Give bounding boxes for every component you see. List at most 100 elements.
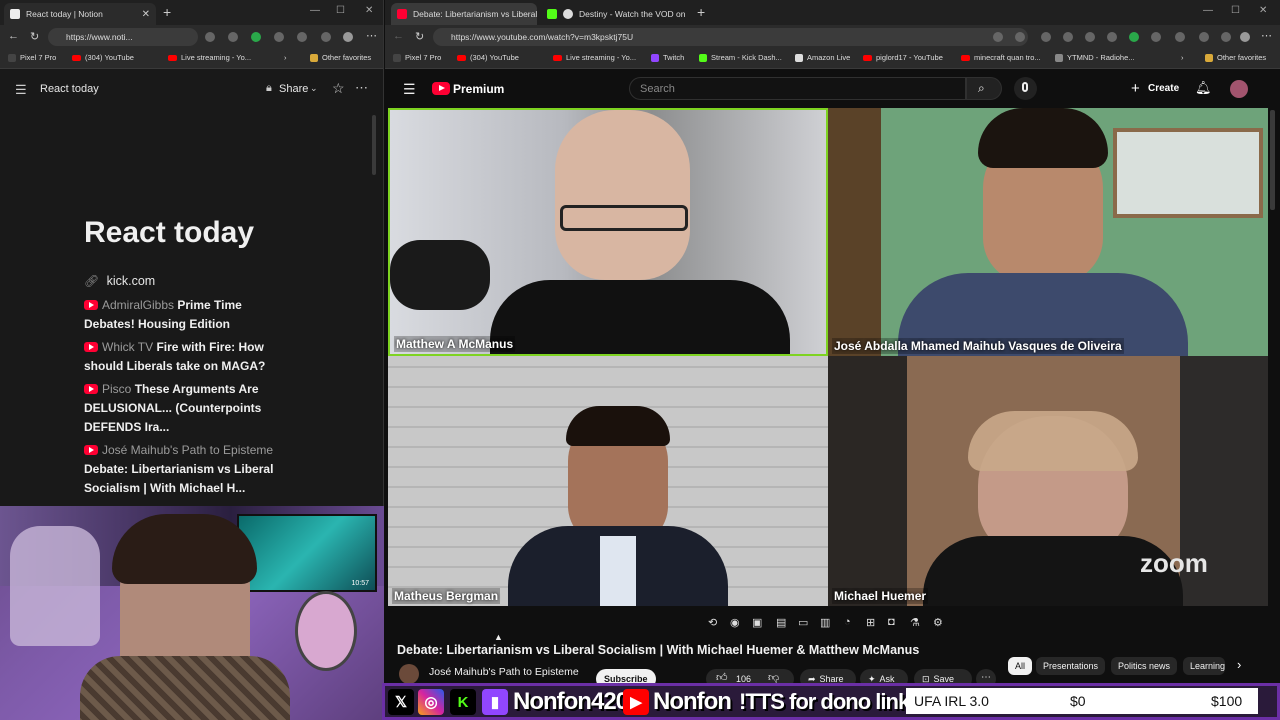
tab-destiny-kick[interactable]: Destiny - Watch the VOD on ✕ [541,3,687,25]
camera-icon[interactable]: ◘ [888,616,895,628]
more-menu-icon[interactable]: ⋯ [1261,29,1272,42]
channel-name[interactable]: José Maihub's Path to Episteme [429,666,579,678]
chevron-right-icon[interactable]: › [1237,657,1241,672]
bookmark-minecraft[interactable]: minecraft quan tro... [961,53,1041,62]
extension-icon[interactable] [1151,32,1161,42]
link-text[interactable]: kick.com [107,274,156,288]
extension-icon[interactable] [1063,32,1073,42]
bookmark-youtube[interactable]: (304) YouTube [72,53,134,62]
bookmark-ytmnd[interactable]: YTMND - Radiohe... [1055,53,1135,62]
tab-youtube-debate[interactable]: Debate: Libertarianism vs Liberal S ✕ [391,3,537,25]
close-icon[interactable]: ✕ [142,9,150,20]
bell-icon[interactable]: 🔔︎ [1195,80,1212,96]
chip-politics-news[interactable]: Politics news [1111,657,1178,675]
channel-avatar[interactable] [399,664,419,684]
create-button[interactable]: Create [1148,83,1179,94]
url-input[interactable]: https://www.noti... [48,28,198,46]
youtube-logo-icon[interactable] [432,82,450,95]
hamburger-menu-icon[interactable]: ☰ [403,81,416,98]
bookmark-pixel[interactable]: Pixel 7 Pro [8,53,56,62]
extension-icon[interactable] [228,32,238,42]
bookmark-live[interactable]: Live streaming - Yo... [168,53,251,62]
extension-icon[interactable] [993,32,1003,42]
scrollbar[interactable] [372,115,376,175]
profile-avatar[interactable] [1240,32,1250,42]
star-icon[interactable]: ☆ [332,80,345,97]
bookmark-pixel[interactable]: Pixel 7 Pro [393,53,441,62]
page-scrollbar[interactable] [1270,110,1275,210]
window-close-icon[interactable]: ✕ [365,5,373,16]
bookmark-other[interactable]: Other favorites [1205,53,1266,62]
bookmark-piglord[interactable]: piglord17 - YouTube [863,53,943,62]
extension-icon[interactable] [1175,32,1185,42]
stream-overlay-bar: 𝕏 ◎ K ▮ Nonfon420 ▶ Nonfon !TTS for dono… [382,683,1280,720]
breadcrumb-title[interactable]: React today [40,83,99,95]
menu-icon[interactable]: ☰ [15,82,27,98]
download-icon[interactable] [1199,32,1209,42]
window-close-icon[interactable]: ✕ [1259,5,1267,16]
clip-icon[interactable]: ▤ [776,616,786,629]
list-item[interactable]: José Maihub's Path to Episteme Debate: L… [84,441,294,498]
maximize-icon[interactable]: ☐ [336,5,345,16]
voice-search-button[interactable] [1014,77,1037,100]
extension-icon[interactable] [297,32,307,42]
youtube-premium-logo[interactable]: Premium [453,82,504,96]
extension-icon[interactable] [1107,32,1117,42]
cinema-icon[interactable]: ▥ [820,616,830,629]
star-icon[interactable] [1015,32,1025,42]
minimize-icon[interactable]: — [310,5,320,16]
grammarly-icon[interactable] [251,32,261,42]
bookmark-live[interactable]: Live streaming - Yo... [553,53,636,62]
back-icon[interactable]: ← [393,30,404,42]
new-tab-icon[interactable]: + [697,4,705,20]
chevron-right-icon[interactable]: › [284,53,287,62]
tab-notion[interactable]: React today | Notion ✕ [4,3,156,25]
chevron-down-icon[interactable]: ⌄ [310,83,318,94]
profile-avatar[interactable] [343,32,353,42]
extension-icon[interactable] [1085,32,1095,42]
bookmark-other[interactable]: Other favorites [310,53,371,62]
share-button[interactable]: Share [279,83,308,95]
maximize-icon[interactable]: ☐ [1231,5,1240,16]
search-input[interactable]: Search [629,77,966,100]
fullscreen-icon[interactable]: ⊞ [866,616,875,629]
bookmark-youtube[interactable]: (304) YouTube [457,53,519,62]
extension-icon[interactable] [205,32,215,42]
loop-icon[interactable]: ⟲ [708,616,717,629]
audio-icon[interactable]: ◉ [730,616,740,629]
chip-learning[interactable]: Learning [1183,657,1225,675]
screenshot-icon[interactable]: ▣ [752,616,762,629]
more-menu-icon[interactable]: ⋯ [366,29,377,42]
back-icon[interactable]: ← [8,30,19,42]
account-avatar[interactable] [1230,80,1248,98]
bookmark-twitch[interactable]: Twitch [651,53,684,62]
list-item[interactable]: AdmiralGibbs Prime Time Debates! Housing… [84,296,294,334]
extension-icon[interactable] [1041,32,1051,42]
extension-icon[interactable] [321,32,331,42]
extension-icon[interactable] [274,32,284,42]
bookmark-label: YTMND - Radiohe... [1067,53,1135,62]
flask-icon[interactable]: ⚗ [910,616,920,629]
refresh-icon[interactable]: ↻ [30,30,39,43]
link-row[interactable]: 🔗︎ kick.com [84,272,294,291]
settings-icon[interactable]: ⚙ [933,616,943,629]
new-tab-icon[interactable]: + [163,4,171,20]
speed-icon[interactable]: ◔ [844,616,851,628]
list-item[interactable]: Pisco These Arguments Are DELUSIONAL... … [84,380,294,437]
minimize-icon[interactable]: — [1203,5,1213,16]
video-player[interactable]: Matthew A McManus José Abdalla Mhamed Ma… [388,108,1268,606]
chevron-right-icon[interactable]: › [1181,53,1184,62]
list-item[interactable]: Whick TV Fire with Fire: How should Libe… [84,338,294,376]
search-button[interactable]: ⌕ [966,77,1002,100]
bookmark-kick[interactable]: Stream - Kick Dash... [699,53,782,62]
create-plus-icon[interactable]: + [1131,80,1140,97]
pip-icon[interactable]: ▭ [798,616,808,629]
bookmark-amazon[interactable]: Amazon Live [795,53,850,62]
chip-presentations[interactable]: Presentations [1036,657,1106,675]
chip-all[interactable]: All [1008,657,1033,675]
refresh-icon[interactable]: ↻ [415,30,424,43]
more-icon[interactable]: ⋯ [355,80,368,96]
grammarly-icon[interactable] [1129,32,1139,42]
extension-icon[interactable] [1221,32,1231,42]
url-input[interactable]: https://www.youtube.com/watch?v=m3kpsktj… [433,28,1028,46]
